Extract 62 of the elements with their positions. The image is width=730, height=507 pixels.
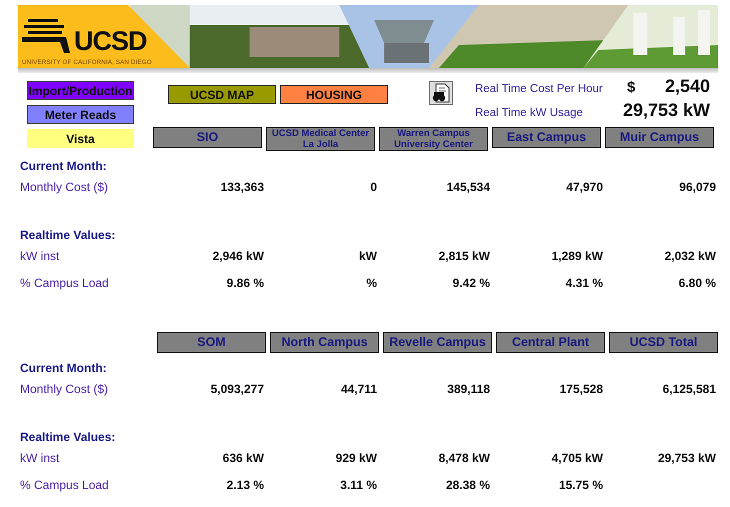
value-cell-text: 4,705 kW (550, 450, 604, 467)
column-header: SOM (157, 332, 266, 353)
value-cell-text: 5,093,277 (210, 381, 265, 398)
value-cell-text: 44,711 (340, 381, 378, 398)
column-header: Warren Campus University Center (379, 127, 488, 151)
value-cell-text: 4.31 % (564, 275, 604, 292)
report-button[interactable] (429, 81, 453, 105)
column-header: UCSD Total (609, 332, 718, 353)
group-heading: Current Month: (19, 159, 108, 175)
document-binoculars-icon (431, 83, 451, 103)
value-cell-text: 2,815 kW (438, 248, 491, 265)
readout-value: 29,753 kW (622, 100, 710, 121)
column-header: North Campus (270, 332, 379, 353)
logo-icon (22, 17, 72, 55)
value-cell-text: 0 (369, 179, 378, 196)
value-cell-text: 6,125,581 (662, 381, 717, 398)
value-cell-text: 15.75 % (558, 477, 604, 494)
value-cell-text: 389,118 (446, 381, 491, 398)
value-cell-text: 9.42 % (452, 275, 491, 292)
row-label: kW inst (19, 248, 60, 265)
value-cell-text: 8,478 kW (438, 450, 491, 467)
row-label: % Campus Load (19, 275, 110, 292)
column-header: UCSD Medical Center La Jolla (266, 127, 375, 151)
row-label: kW inst (19, 450, 60, 467)
column-header: Revelle Campus (383, 332, 492, 353)
value-cell-text: 28.38 % (444, 477, 491, 494)
column-header: SIO (153, 127, 262, 148)
value-cell-text: 9.86 % (226, 275, 265, 292)
value-cell-text: 145,534 (446, 179, 491, 196)
value-cell-text: 29,753 kW (656, 450, 717, 467)
group-heading: Realtime Values: (19, 228, 116, 244)
toolbar-button[interactable]: HOUSING (280, 85, 388, 104)
value-cell-text: 6.80 % (678, 275, 717, 292)
readout-label: Real Time Cost Per Hour (474, 82, 604, 97)
value-cell-text: 636 kW (222, 450, 265, 467)
value-cell-text: 175,528 (558, 381, 604, 398)
nav-button[interactable]: Vista (27, 129, 134, 148)
value-cell-text: 3.11 % (339, 477, 378, 494)
value-cell-text: 929 kW (334, 450, 378, 467)
value-cell-text: 2.13 % (226, 477, 265, 494)
value-cell-text: % (365, 275, 378, 292)
column-header: Muir Campus (605, 127, 714, 148)
value-cell-text: 2,032 kW (664, 248, 717, 265)
group-heading: Current Month: (19, 361, 108, 377)
column-header: East Campus (492, 127, 601, 148)
value-cell-text: 1,289 kW (550, 248, 604, 265)
value-cell-text: 96,079 (678, 179, 717, 196)
row-label: Monthly Cost ($) (19, 381, 110, 398)
group-heading: Realtime Values: (19, 430, 116, 446)
value-cell-text: 2,946 kW (212, 248, 265, 265)
row-label: % Campus Load (19, 477, 110, 494)
readout-value: 2,540 (664, 76, 710, 97)
nav-button[interactable]: Meter Reads (27, 105, 134, 124)
currency-sign: $ (626, 79, 636, 96)
column-header: Central Plant (496, 332, 605, 353)
toolbar-button[interactable]: UCSD MAP (168, 85, 276, 104)
readout-label: Real Time kW Usage (474, 106, 584, 121)
value-cell-text: 47,970 (565, 179, 604, 196)
value-cell-text: kW (358, 248, 378, 265)
logo-wordmark: UCSD (74, 28, 147, 55)
value-cell-text: 133,363 (220, 179, 265, 196)
row-label: Monthly Cost ($) (19, 179, 110, 196)
